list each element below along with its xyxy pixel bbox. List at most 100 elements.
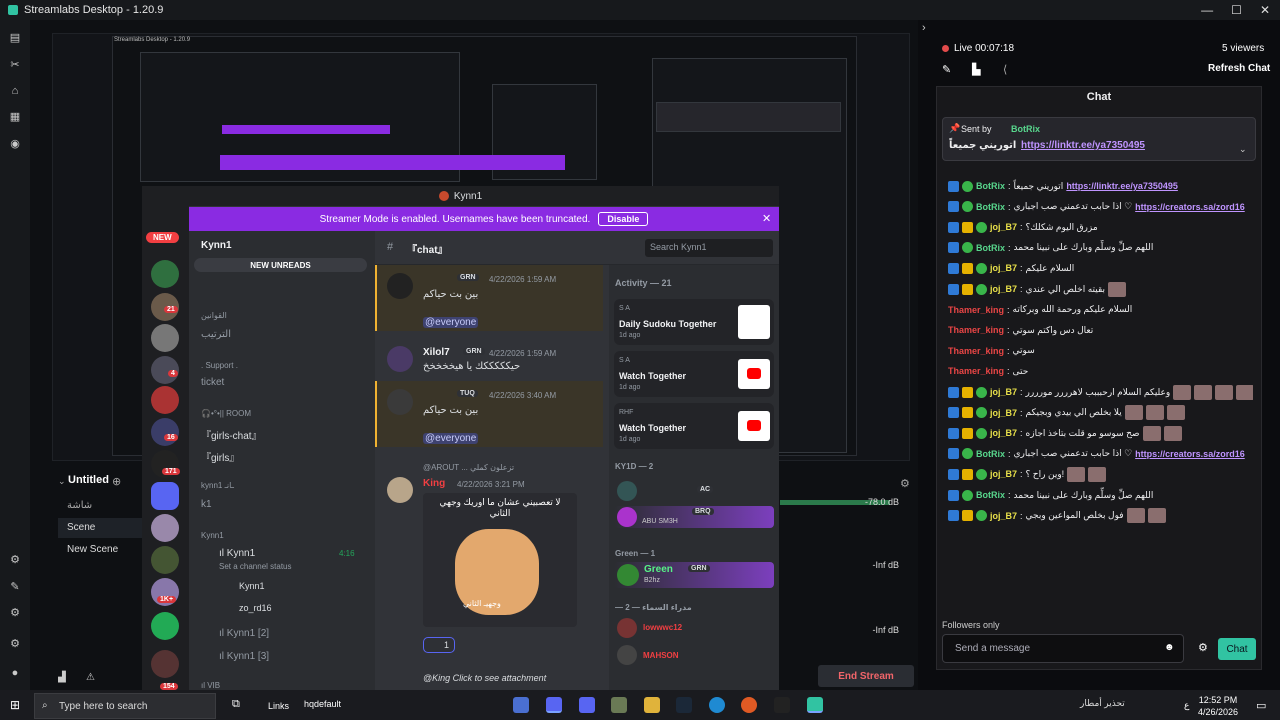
chat-username[interactable]: joj_B7 [990,511,1017,521]
close-button[interactable]: ✕ [1260,3,1270,17]
streamlabs-app-icon[interactable] [807,697,823,713]
voice-user-1[interactable]: Kynn1 [239,581,265,591]
windows-start-icon[interactable]: ⊞ [10,698,20,712]
language-indicator[interactable]: ع [1184,700,1189,711]
folder-icon[interactable] [151,482,179,510]
member-row[interactable]: Green GRN B2hz [614,562,774,588]
notification-icon[interactable]: ▭ [1256,699,1266,712]
channel-rules[interactable]: الترتيب [201,329,231,340]
member-row[interactable]: ABU SM3H BRQ [614,506,774,528]
account-icon[interactable]: ● [9,667,21,679]
chat-username[interactable]: BotRix [976,243,1005,253]
chat-link[interactable]: https://creators.sa/zord16 [1135,449,1245,459]
avatar[interactable] [387,273,413,299]
editor-icon[interactable]: ▤ [9,32,21,44]
chat-send-button[interactable]: Chat [1218,638,1256,660]
chat-link[interactable]: https://linktr.ee/ya7350495 [1066,181,1178,191]
category-rules[interactable]: القوانين [201,311,227,320]
studio-mode-icon[interactable]: ⚙ [9,554,21,566]
scene-item[interactable]: Scene [58,518,142,538]
emoji-icon[interactable]: ☻ [1164,642,1175,653]
reply-preview[interactable]: @AROUT ... تزعلون كملي [423,463,514,472]
scene-item[interactable]: New Scene [58,540,142,560]
themes-icon[interactable]: ✂ [9,59,21,71]
chat-settings-icon[interactable]: ⚙ [1198,641,1208,654]
weather-widget[interactable]: تحذير أمطار [1080,698,1125,709]
channel-ticket[interactable]: ticket [201,377,224,388]
discord-app-icon[interactable] [579,697,595,713]
member-name[interactable]: MAHSON [643,651,679,660]
new-unreads-pill[interactable]: NEW UNREADS [194,258,367,272]
chat-username[interactable]: BotRix [976,181,1005,191]
mention[interactable]: @everyone [423,317,479,328]
category-room[interactable]: 🎧•°•|| ROOM [201,409,251,418]
server-icon[interactable] [151,514,179,542]
server-icon[interactable] [151,650,179,678]
close-banner-icon[interactable]: ✕ [762,212,771,225]
chat-username[interactable]: BotRix [976,449,1005,459]
edge-app-icon[interactable] [709,697,725,713]
mixer-settings-icon[interactable]: ⚙ [900,477,910,490]
capcut-app-icon[interactable] [774,697,790,713]
voice-channel-3[interactable]: ıl Kynn1 [3] [219,651,269,662]
steam-app-icon[interactable] [676,697,692,713]
chat-username[interactable]: Thamer_king [948,305,1004,315]
collapse-icon[interactable]: ⌄ [58,476,66,487]
popout-icon[interactable]: ▙ [972,63,980,76]
record-icon[interactable]: ◉ [9,138,21,150]
chat-username[interactable]: Thamer_king [948,325,1004,335]
taskbar-search[interactable]: ⌕ Type here to search [34,693,216,719]
message-author[interactable]: King [423,478,445,489]
activity-card[interactable]: RHF Watch Together 1d ago [614,403,774,449]
chat-username[interactable]: BotRix [976,490,1005,500]
collapse-dock-icon[interactable]: › [922,22,926,34]
voice-channel-1[interactable]: ıl Kynn1 [219,548,255,559]
server-icon[interactable] [151,612,179,640]
activity-card[interactable]: S A Watch Together 1d ago [614,351,774,397]
scene-collection[interactable]: شاشة [58,496,142,516]
attachment-reply[interactable]: @King Click to see attachment [423,673,546,683]
chat-username[interactable]: joj_B7 [990,387,1017,397]
store-icon[interactable]: ⌂ [9,85,21,97]
channel-k1[interactable]: k1 [201,499,212,510]
chat-username[interactable]: BotRix [976,202,1005,212]
category-support[interactable]: . Support . [201,361,238,370]
member-avatar[interactable] [617,645,637,665]
chat-username[interactable]: joj_B7 [990,428,1017,438]
discord-app-icon[interactable] [546,697,562,713]
layout-icon[interactable]: ▦ [9,111,21,123]
category-kynn1[interactable]: kynn1 ـانـ [201,481,234,490]
server-icon[interactable] [151,546,179,574]
refresh-chat-button[interactable]: Refresh Chat [1208,63,1270,74]
avatar[interactable] [387,389,413,415]
settings-icon[interactable]: ⚙ [9,638,21,650]
server-icon[interactable] [151,324,179,352]
end-stream-button[interactable]: End Stream [818,665,914,687]
pinned-message[interactable]: 📌 Sent by BotRix اتوريني جميعاً https://… [942,117,1256,161]
server-icon[interactable] [151,260,179,288]
app-icon[interactable] [611,697,627,713]
chat-username[interactable]: joj_B7 [990,284,1017,294]
expand-pinned-icon[interactable]: ⌄ [1239,144,1247,155]
alert-icon[interactable]: ⚠ [86,672,95,683]
plugin-icon[interactable]: ⚙ [9,607,21,619]
links-toolbar[interactable]: Links [268,701,289,711]
chat-username[interactable]: Thamer_king [948,366,1004,376]
edit-icon[interactable]: ✎ [942,63,951,76]
task-view-icon[interactable]: ⧉ [232,698,240,711]
avatar[interactable] [387,477,413,503]
channel-girls-chat[interactable]: 『girls-chat』 [201,427,262,442]
app-icon[interactable] [513,697,529,713]
taskbar-clock[interactable]: 12:52 PM 4/26/2026 [1198,694,1238,718]
mention[interactable]: @everyone [423,433,479,444]
chat-username[interactable]: Thamer_king [948,346,1004,356]
category-voice[interactable]: Kynn1 [201,531,224,540]
category-vib[interactable]: ıl VIB [201,681,220,690]
browser-app-icon[interactable] [741,697,757,713]
maximize-button[interactable]: ☐ [1231,3,1242,17]
image-attachment[interactable]: لا تعصبيني عشان ما اوريك وجهي الثاني وجه… [423,493,577,627]
reaction[interactable]: 1 [423,637,455,653]
message-author[interactable]: Xilol7 [423,347,450,358]
voice-channel-2[interactable]: ıl Kynn1 [2] [219,628,269,639]
chat-username[interactable]: joj_B7 [990,469,1017,479]
